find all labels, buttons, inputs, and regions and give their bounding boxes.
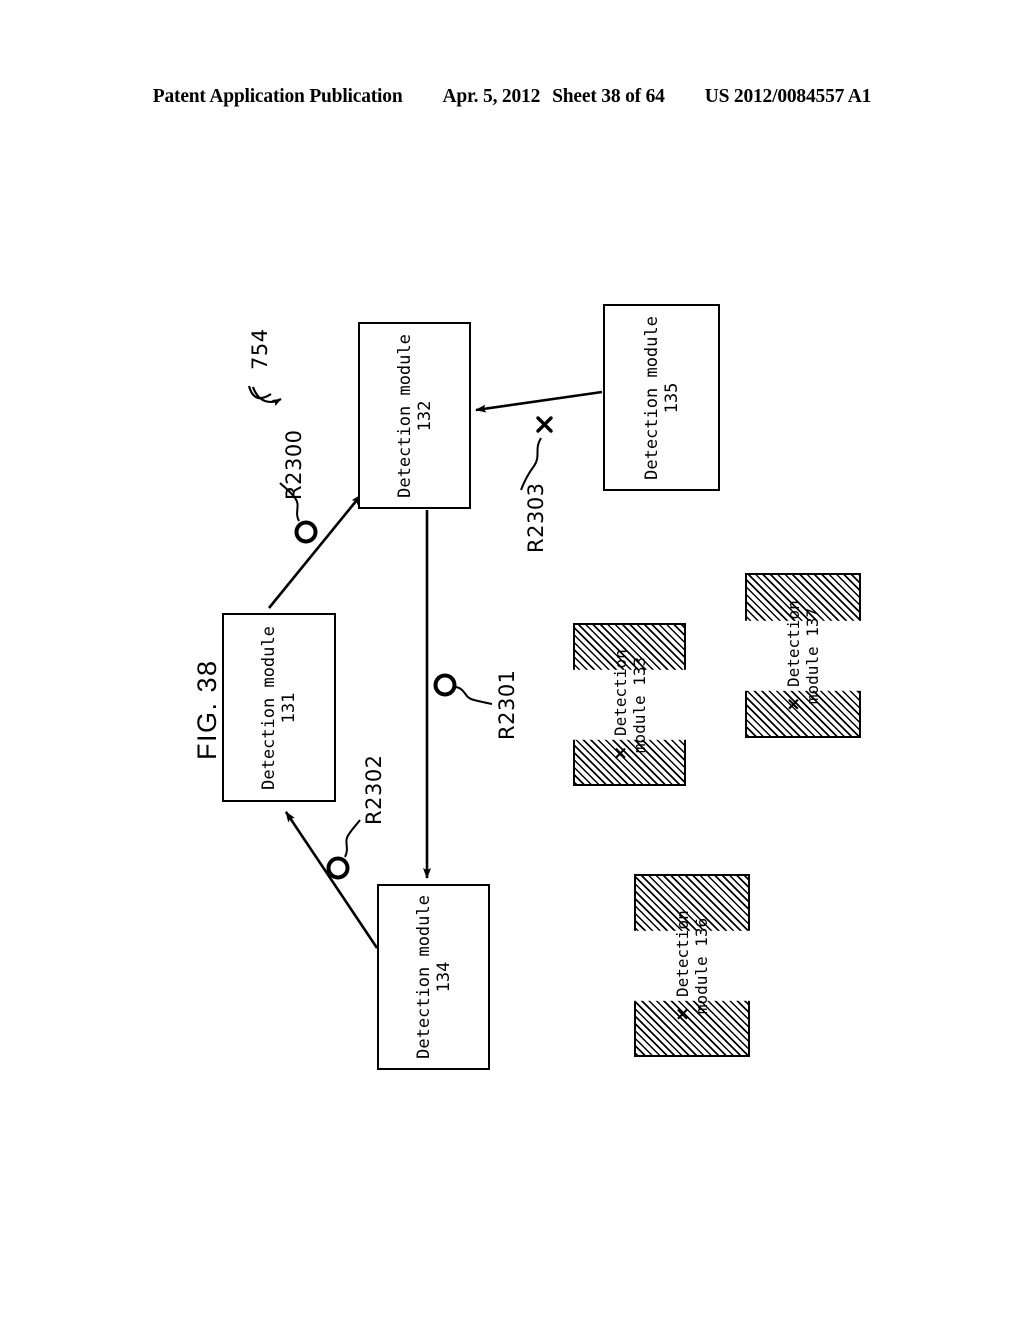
disabled-mark-icon-136: × — [671, 1006, 693, 1022]
disabled-mark-icon-133: × — [609, 745, 631, 761]
module-label-137: × Detection module 137 — [782, 599, 822, 712]
relation-label-r2303: R2303 — [524, 482, 548, 553]
disabled-mark-icon-137: × — [782, 696, 804, 712]
relation-label-r2300: R2300 — [282, 429, 306, 500]
module-box-136[interactable]: × Detection module 136 — [627, 874, 757, 1057]
relation-label-r2302: R2302 — [362, 754, 386, 825]
relation-label-r2301: R2301 — [495, 669, 519, 740]
module-box-135[interactable]: Detection module 135 — [603, 304, 720, 491]
leader-r2302 — [344, 819, 361, 858]
module-box-132[interactable]: Detection module 132 — [358, 322, 471, 509]
module-box-131[interactable]: Detection module 131 — [222, 613, 336, 802]
figure-38: FIG. 38 754 Detection module 131 Detecti… — [0, 0, 1024, 1320]
module-box-137[interactable]: × Detection module 137 — [738, 573, 868, 738]
module-label-132: Detection module 132 — [394, 333, 435, 498]
patent-page: Patent Application Publication Apr. 5, 2… — [0, 0, 1024, 1320]
system-reference-754: 754 — [248, 328, 272, 370]
figure-label: FIG. 38 — [192, 659, 222, 760]
module-label-133: × Detection module 133 — [609, 648, 649, 761]
module-label-box-133: × Detection module 133 — [564, 649, 695, 760]
relation-marker-r2301 — [433, 673, 457, 697]
module-label-136: × Detection module 136 — [671, 909, 711, 1022]
arrow-r2303 — [475, 390, 603, 413]
module-label-box-136: × Detection module 136 — [627, 910, 757, 1021]
module-box-133[interactable]: × Detection module 133 — [564, 623, 695, 786]
arrow-r2300 — [267, 494, 363, 609]
connector-layer — [247, 385, 603, 949]
module-label-box-137: × Detection module 137 — [738, 600, 868, 711]
module-box-134[interactable]: Detection module 134 — [377, 884, 490, 1070]
module-label-135: Detection module 135 — [641, 315, 682, 480]
module-label-131: Detection module 131 — [258, 625, 299, 790]
leader-754 — [251, 386, 282, 407]
relation-marker-r2302 — [326, 856, 350, 880]
module-label-134: Detection module 134 — [413, 895, 454, 1059]
relation-marker-r2303 — [536, 416, 553, 433]
leader-r2301 — [455, 686, 493, 705]
arrow-r2302 — [284, 811, 379, 949]
relation-marker-r2300 — [294, 520, 318, 544]
